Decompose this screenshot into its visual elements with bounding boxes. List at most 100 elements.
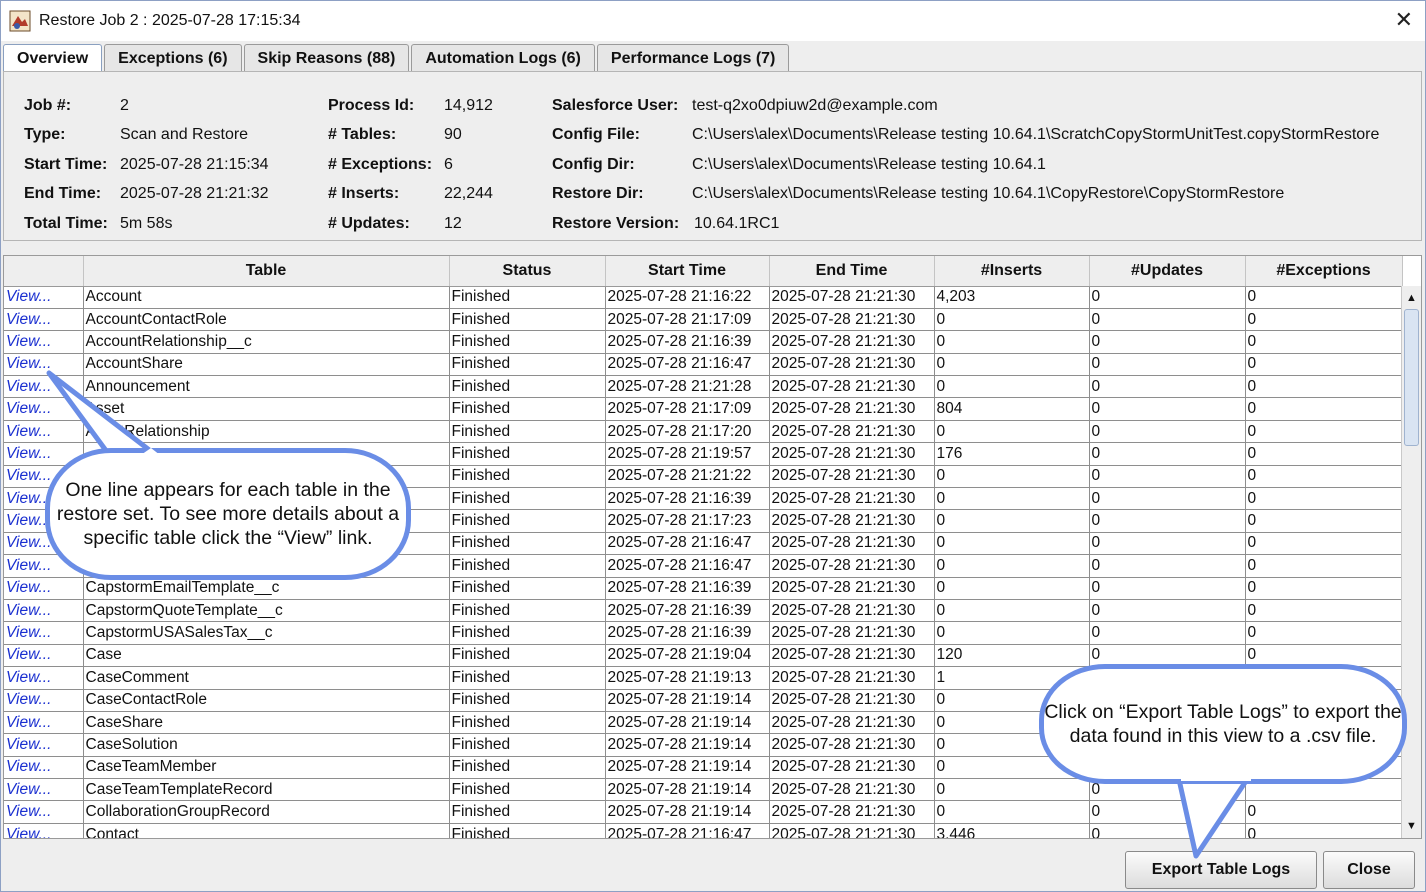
cell-view-link[interactable]: View... (4, 689, 84, 712)
cell-exceptions: 0 (1245, 442, 1403, 466)
table-row[interactable]: View... CapstormEmailTemplate__c Finished 2… (4, 577, 1403, 600)
cell-end-time: 2025-07-28 21:21:30 (769, 800, 935, 824)
cell-end-time: 2025-07-28 21:21:30 (769, 397, 935, 421)
column-header-status[interactable]: Status (449, 256, 606, 287)
cell-exceptions: 0 (1245, 554, 1403, 578)
cell-view-link[interactable]: View... (4, 800, 84, 824)
cell-view-link[interactable]: View... (4, 375, 84, 399)
cell-end-time: 2025-07-28 21:21:30 (769, 621, 935, 645)
tab-performance-logs[interactable]: Performance Logs (7) (596, 44, 790, 72)
table-row[interactable]: View... AccountRelationship__c Finished 202… (4, 330, 1403, 354)
cell-view-link[interactable]: View... (4, 756, 84, 780)
cell-view-link[interactable]: View... (4, 778, 84, 802)
cell-end-time: 2025-07-28 21:21:30 (769, 420, 935, 444)
table-row[interactable]: View... AccountContactRole Finished 2025-07… (4, 308, 1403, 332)
table-row[interactable]: View... AssetRelationship Finished 2025-07-… (4, 420, 1403, 444)
cell-table-name: AccountShare (83, 353, 450, 377)
tab-overview[interactable]: Overview (3, 44, 103, 73)
cell-updates: 0 (1089, 465, 1246, 489)
cell-inserts: 804 (934, 397, 1090, 421)
column-header-updates[interactable]: #Updates (1089, 256, 1246, 287)
cell-view-link[interactable]: View... (4, 420, 84, 444)
cell-table-name: AccountContactRole (83, 308, 450, 332)
cell-updates: 0 (1089, 621, 1246, 645)
cell-view-link[interactable]: View... (4, 733, 84, 757)
table-row[interactable]: View... Announcement Finished 2025-07-28 21… (4, 375, 1403, 399)
window-title: Restore Job 2 : 2025-07-28 17:15:34 (39, 12, 301, 29)
cell-start-time: 2025-07-28 21:16:39 (605, 577, 770, 600)
scroll-down-icon[interactable]: ▼ (1402, 816, 1421, 836)
table-row[interactable]: View... CapstormUSASalesTax__c Finished 202… (4, 621, 1403, 645)
end-time-label: End Time: (24, 185, 102, 202)
column-header-exceptions[interactable]: #Exceptions (1245, 256, 1403, 287)
cell-exceptions: 0 (1245, 465, 1403, 489)
table-row[interactable]: View... AccountShare Finished 2025-07-28 21… (4, 353, 1403, 377)
cell-updates: 0 (1089, 308, 1246, 332)
cell-view-link[interactable]: View... (4, 577, 84, 600)
cell-table-name: CaseContactRole (83, 689, 450, 712)
scroll-up-icon[interactable]: ▲ (1402, 288, 1421, 308)
table-row[interactable]: View... CapstormQuoteTemplate__c Finished 2… (4, 599, 1403, 623)
table-row[interactable]: View... Asset Finished 2025-07-28 21:17:09 2… (4, 397, 1403, 421)
cell-status: Finished (449, 532, 606, 556)
cell-status: Finished (449, 330, 606, 354)
cell-view-link[interactable]: View... (4, 666, 84, 690)
vertical-scrollbar[interactable]: ▲ ▼ (1401, 286, 1421, 838)
cell-table-name: CapstormUSASalesTax__c (83, 621, 450, 645)
restore-app-icon (9, 10, 31, 32)
tables-count-label: # Tables: (328, 126, 397, 143)
tab-skip-reasons[interactable]: Skip Reasons (88) (243, 44, 410, 72)
cell-status: Finished (449, 397, 606, 421)
column-header-table[interactable]: Table (83, 256, 450, 287)
inserts-count-label: # Inserts: (328, 185, 400, 202)
cell-view-link[interactable]: View... (4, 711, 84, 735)
cell-view-link[interactable]: View... (4, 644, 84, 668)
table-row[interactable]: View... CollaborationGroupRecord Finished 2… (4, 800, 1403, 824)
tab-automation-logs[interactable]: Automation Logs (6) (411, 44, 595, 72)
total-time-value: 5m 58s (120, 215, 173, 232)
cell-updates: 0 (1089, 599, 1246, 623)
cell-end-time: 2025-07-28 21:21:30 (769, 509, 935, 533)
cell-view-link[interactable]: View... (4, 621, 84, 645)
cell-status: Finished (449, 599, 606, 623)
cell-inserts: 0 (934, 778, 1090, 802)
cell-status: Finished (449, 509, 606, 533)
cell-exceptions: 0 (1245, 621, 1403, 645)
cell-view-link[interactable]: View... (4, 353, 84, 377)
close-icon[interactable]: ✕ (1395, 8, 1413, 32)
cell-view-link[interactable]: View... (4, 599, 84, 623)
cell-start-time: 2025-07-28 21:19:14 (605, 778, 770, 802)
column-header-view[interactable] (4, 256, 84, 287)
scrollbar-thumb[interactable] (1404, 309, 1419, 446)
cell-table-name: Asset (83, 397, 450, 421)
table-row[interactable]: View... Contact Finished 2025-07-28 21:16:4… (4, 823, 1403, 838)
close-button[interactable]: Close (1323, 851, 1415, 889)
cell-end-time: 2025-07-28 21:21:30 (769, 756, 935, 780)
cell-view-link[interactable]: View... (4, 308, 84, 332)
column-header-end-time[interactable]: End Time (769, 256, 935, 287)
export-table-logs-button[interactable]: Export Table Logs (1125, 851, 1317, 889)
cell-inserts: 176 (934, 442, 1090, 466)
cell-status: Finished (449, 644, 606, 668)
cell-inserts: 0 (934, 308, 1090, 332)
cell-status: Finished (449, 554, 606, 578)
column-header-start-time[interactable]: Start Time (605, 256, 770, 287)
cell-view-link[interactable]: View... (4, 330, 84, 354)
cell-updates: 0 (1089, 375, 1246, 399)
cell-updates: 0 (1089, 554, 1246, 578)
cell-view-link[interactable]: View... (4, 397, 84, 421)
cell-view-link[interactable]: View... (4, 286, 84, 309)
cell-status: Finished (449, 689, 606, 712)
table-row[interactable]: View... Account Finished 2025-07-28 21:16:2… (4, 286, 1403, 309)
column-header-inserts[interactable]: #Inserts (934, 256, 1090, 287)
cell-inserts: 0 (934, 621, 1090, 645)
tab-exceptions[interactable]: Exceptions (6) (104, 44, 242, 72)
cell-table-name: Announcement (83, 375, 450, 399)
cell-status: Finished (449, 800, 606, 824)
cell-status: Finished (449, 711, 606, 735)
cell-start-time: 2025-07-28 21:16:39 (605, 487, 770, 511)
type-label: Type: (24, 126, 66, 143)
cell-end-time: 2025-07-28 21:21:30 (769, 778, 935, 802)
cell-view-link[interactable]: View... (4, 823, 84, 838)
cell-updates: 0 (1089, 532, 1246, 556)
